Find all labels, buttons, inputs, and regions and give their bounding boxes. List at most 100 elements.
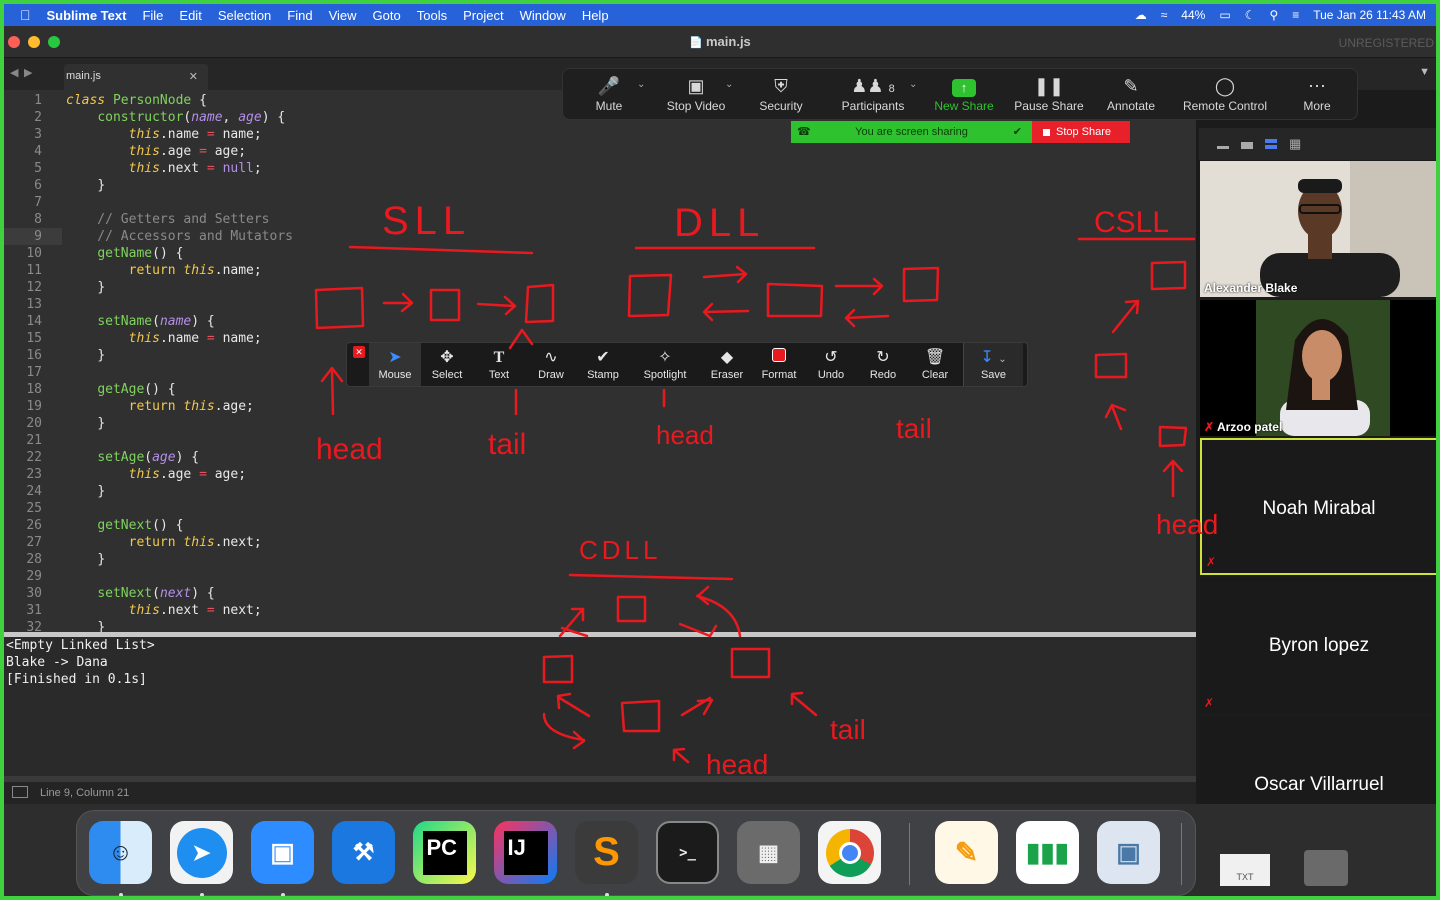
tab-main-js[interactable]: main.js ✕: [64, 64, 208, 90]
line-number: 30: [26, 586, 42, 601]
line-number: 25: [26, 501, 42, 516]
menu-find[interactable]: Find: [279, 8, 320, 23]
video-options-chevron-icon[interactable]: ⌄: [725, 79, 733, 90]
stop-video-button[interactable]: ▣ Stop Video: [661, 69, 731, 121]
tab-dropdown-icon[interactable]: ▼: [1419, 66, 1430, 78]
video-camera-icon: ▣: [687, 76, 705, 96]
tool-select[interactable]: ✥ Select: [421, 343, 473, 386]
spotlight-search-icon[interactable]: ⚲: [1269, 8, 1278, 22]
participant-tile-alexander[interactable]: Alexander Blake: [1200, 161, 1436, 297]
participants-button[interactable]: ♟♟ 8 Participants: [833, 69, 913, 121]
remote-control-button[interactable]: ◯ Remote Control: [1175, 69, 1275, 121]
dock-finder[interactable]: ☺: [89, 821, 152, 884]
dock-xcode[interactable]: ⚒: [332, 821, 395, 884]
dock-calculator[interactable]: ▦: [737, 821, 800, 884]
code-line: }: [97, 552, 106, 567]
menu-window[interactable]: Window: [512, 8, 574, 23]
moon-icon[interactable]: ☾: [1245, 8, 1256, 22]
dock-preview[interactable]: ▣: [1097, 821, 1160, 884]
pause-share-button[interactable]: ❚❚ Pause Share: [1011, 69, 1087, 121]
dock-safari[interactable]: ➤: [170, 821, 233, 884]
screen-sharing-banner[interactable]: ☎ You are screen sharing ✔: [791, 121, 1032, 143]
tool-eraser[interactable]: ◆ Eraser: [701, 343, 753, 386]
menu-file[interactable]: File: [134, 8, 171, 23]
close-tab-icon[interactable]: ✕: [189, 70, 198, 83]
dock-chrome[interactable]: [818, 821, 881, 884]
menu-goto[interactable]: Goto: [365, 8, 409, 23]
menu-edit[interactable]: Edit: [171, 8, 209, 23]
line-number: 15: [26, 331, 42, 346]
pencil-icon: ✎: [1123, 76, 1139, 96]
app-menu[interactable]: Sublime Text: [39, 8, 135, 23]
console-line: [Finished in 0.1s]: [6, 672, 147, 687]
tool-redo[interactable]: ↻ Redo: [857, 343, 909, 386]
hide-video-icon[interactable]: [1241, 142, 1253, 149]
dock-numbers[interactable]: ▮▮▮: [1016, 821, 1079, 884]
menu-project[interactable]: Project: [455, 8, 511, 23]
code-line: }: [97, 348, 106, 363]
nav-forward-icon[interactable]: ▶: [24, 66, 32, 79]
tool-text[interactable]: T Text: [473, 343, 525, 386]
tool-mouse[interactable]: ➤ Mouse: [369, 343, 421, 386]
gallery-view-icon[interactable]: ▦: [1289, 136, 1301, 152]
dock-area: ☺ ➤ ▣ ⚒ PC IJ S >_ ▦ ✎ ▮▮▮ ▣ TXT: [4, 804, 1436, 896]
tool-clear[interactable]: 🗑 Clear: [909, 343, 961, 386]
code-line: getName() {: [97, 246, 184, 261]
annotate-button[interactable]: ✎ Annotate: [1101, 69, 1161, 121]
line-number: 5: [34, 161, 42, 176]
dock-pages[interactable]: ✎: [935, 821, 998, 884]
dock-txt-file[interactable]: TXT: [1220, 854, 1270, 886]
tool-stamp[interactable]: ✔ Stamp: [577, 343, 629, 386]
wifi-icon[interactable]: ≈: [1161, 8, 1168, 22]
nav-back-icon[interactable]: ◀: [10, 66, 18, 79]
stop-share-button[interactable]: Stop Share: [1032, 121, 1130, 143]
more-button[interactable]: ⋯ More: [1291, 69, 1343, 121]
participant-tile-noah[interactable]: Noah Mirabal ✗: [1200, 438, 1436, 575]
cursor-position: Line 9, Column 21: [40, 787, 130, 799]
speaker-view-icon[interactable]: [1265, 139, 1277, 149]
panel-toggle-icon[interactable]: [12, 786, 28, 798]
menu-selection[interactable]: Selection: [210, 8, 279, 23]
menu-help[interactable]: Help: [574, 8, 617, 23]
drag-handle-icon[interactable]: ☎: [797, 121, 811, 143]
tool-draw[interactable]: ∿ Draw: [525, 343, 577, 386]
tool-undo[interactable]: ↺ Undo: [805, 343, 857, 386]
line-number: 7: [34, 195, 42, 210]
code-line: }: [97, 178, 106, 193]
menu-view[interactable]: View: [321, 8, 365, 23]
participant-tile-byron[interactable]: Byron lopez ✗: [1200, 577, 1436, 714]
mute-button[interactable]: 🎤 Mute: [581, 69, 637, 121]
zoom-meeting-toolbar: 🎤 Mute ⌄ ▣ Stop Video ⌄ ⛨ Security ♟♟ 8 Part…: [562, 68, 1358, 120]
undo-icon: ↺: [824, 349, 838, 366]
sharing-status-text: You are screen sharing: [855, 126, 968, 138]
control-center-icon[interactable]: ≡: [1292, 8, 1299, 22]
tool-spotlight[interactable]: ✧ Spotlight: [635, 343, 695, 386]
apple-icon[interactable]: : [4, 7, 39, 23]
tool-save[interactable]: ↧ ⌄ Save: [963, 343, 1023, 386]
dock-trash[interactable]: [1304, 850, 1348, 886]
close-annotation-icon[interactable]: ✕: [353, 346, 365, 358]
code-line: getAge() {: [97, 382, 176, 397]
cloud-upload-icon[interactable]: ☁: [1135, 8, 1147, 22]
dock-terminal[interactable]: >_: [656, 821, 719, 884]
code-line: // Accessors and Mutators: [66, 229, 293, 244]
clock[interactable]: Tue Jan 26 11:43 AM: [1313, 8, 1426, 22]
code-line: }: [97, 280, 106, 295]
dock-intellij[interactable]: IJ: [494, 821, 557, 884]
line-number: 21: [26, 433, 42, 448]
participant-tile-arzoo[interactable]: ✗ Arzoo patel: [1200, 300, 1436, 436]
tool-format[interactable]: Format: [753, 343, 805, 386]
menu-tools[interactable]: Tools: [409, 8, 455, 23]
mute-options-chevron-icon[interactable]: ⌄: [637, 79, 645, 90]
dock-zoom[interactable]: ▣: [251, 821, 314, 884]
minimize-panel-icon[interactable]: [1217, 146, 1229, 149]
security-button[interactable]: ⛨ Security: [751, 69, 811, 121]
dock-pycharm[interactable]: PC: [413, 821, 476, 884]
code-line: setName(name) {: [97, 314, 215, 329]
participants-chevron-icon[interactable]: ⌄: [909, 79, 917, 90]
pages-pen-icon: ✎: [954, 837, 979, 868]
battery-percent[interactable]: 44%: [1181, 8, 1205, 22]
new-share-button[interactable]: ↑ New Share: [929, 69, 999, 121]
dock-sublime-text[interactable]: S: [575, 821, 638, 884]
battery-icon[interactable]: ▭: [1219, 8, 1230, 22]
